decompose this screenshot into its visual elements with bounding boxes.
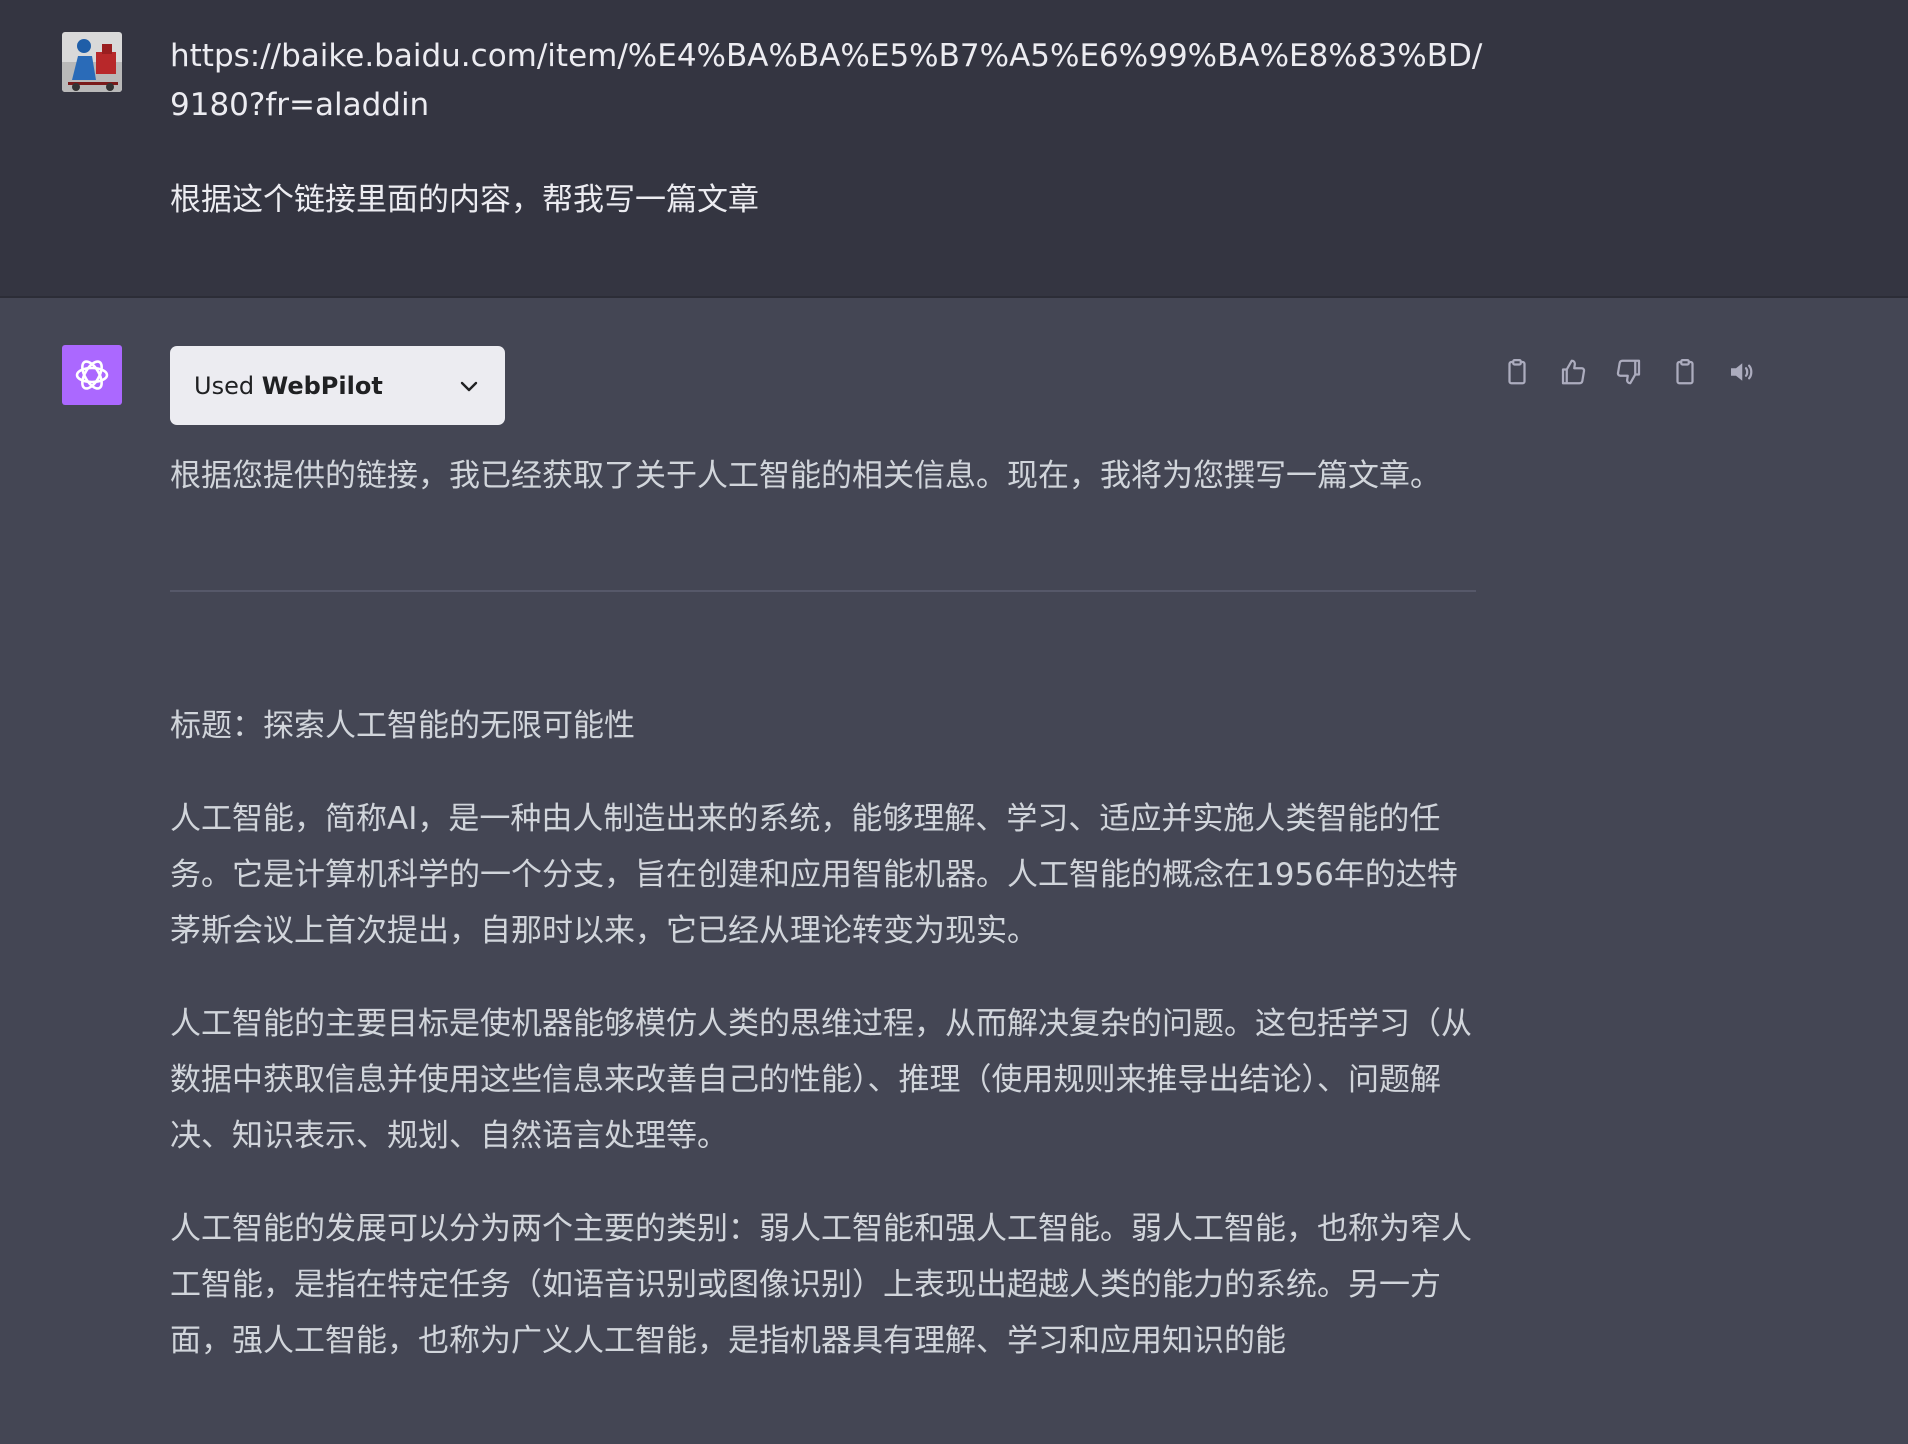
article-title: 标题：探索人工智能的无限可能性 bbox=[170, 708, 635, 744]
content-divider bbox=[170, 590, 1476, 592]
assistant-avatar bbox=[62, 345, 122, 405]
response-intro: 根据您提供的链接，我已经获取了关于人工智能的相关信息。现在，我将为您撰写一篇文章… bbox=[170, 458, 1441, 494]
assistant-response: 根据您提供的链接，我已经获取了关于人工智能的相关信息。现在，我将为您撰写一篇文章… bbox=[170, 448, 1480, 1369]
user-avatar bbox=[62, 32, 122, 92]
copy-icon bbox=[1508, 359, 1526, 385]
article-paragraph-1: 人工智能，简称AI，是一种由人制造出来的系统，能够理解、学习、适应并实施人类智能… bbox=[170, 801, 1458, 949]
assistant-message: Used WebPilot 根据您提供的链接，我已经获取了关于人工智能的相关信息… bbox=[0, 298, 1908, 1444]
thumbs-up-button[interactable] bbox=[1554, 353, 1592, 391]
plugin-name: WebPilot bbox=[261, 371, 383, 400]
message-actions bbox=[1498, 350, 1778, 394]
article-paragraph-3: 人工智能的发展可以分为两个主要的类别：弱人工智能和强人工智能。弱人工智能，也称为… bbox=[170, 1211, 1472, 1359]
clipboard-button[interactable] bbox=[1666, 353, 1704, 391]
plugin-used-toggle[interactable]: Used WebPilot bbox=[170, 346, 505, 425]
copy-button[interactable] bbox=[1498, 353, 1536, 391]
thumbs-down-icon bbox=[1616, 359, 1641, 385]
chat-page: https://baike.baidu.com/item/%E4%BA%BA%E… bbox=[0, 0, 1908, 1444]
read-aloud-button[interactable] bbox=[1722, 353, 1760, 391]
plugin-prefix: Used bbox=[194, 371, 255, 400]
plugin-used-label: Used WebPilot bbox=[194, 372, 383, 400]
user-message-text: https://baike.baidu.com/item/%E4%BA%BA%E… bbox=[170, 32, 1490, 225]
user-prompt-text: 根据这个链接里面的内容，帮我写一篇文章 bbox=[170, 182, 759, 218]
openai-logo-icon bbox=[75, 360, 109, 390]
user-message: https://baike.baidu.com/item/%E4%BA%BA%E… bbox=[0, 0, 1908, 298]
thumbs-down-button[interactable] bbox=[1610, 353, 1648, 391]
user-photo-avatar-icon bbox=[62, 32, 122, 92]
speaker-icon bbox=[1731, 363, 1753, 381]
user-url-text: https://baike.baidu.com/item/%E4%BA%BA%E… bbox=[170, 38, 1483, 123]
article-paragraph-2: 人工智能的主要目标是使机器能够模仿人类的思维过程，从而解决复杂的问题。这包括学习… bbox=[170, 1006, 1472, 1154]
clipboard-icon bbox=[1676, 359, 1694, 385]
thumbs-up-icon bbox=[1561, 359, 1586, 385]
chevron-down-icon bbox=[460, 381, 478, 391]
